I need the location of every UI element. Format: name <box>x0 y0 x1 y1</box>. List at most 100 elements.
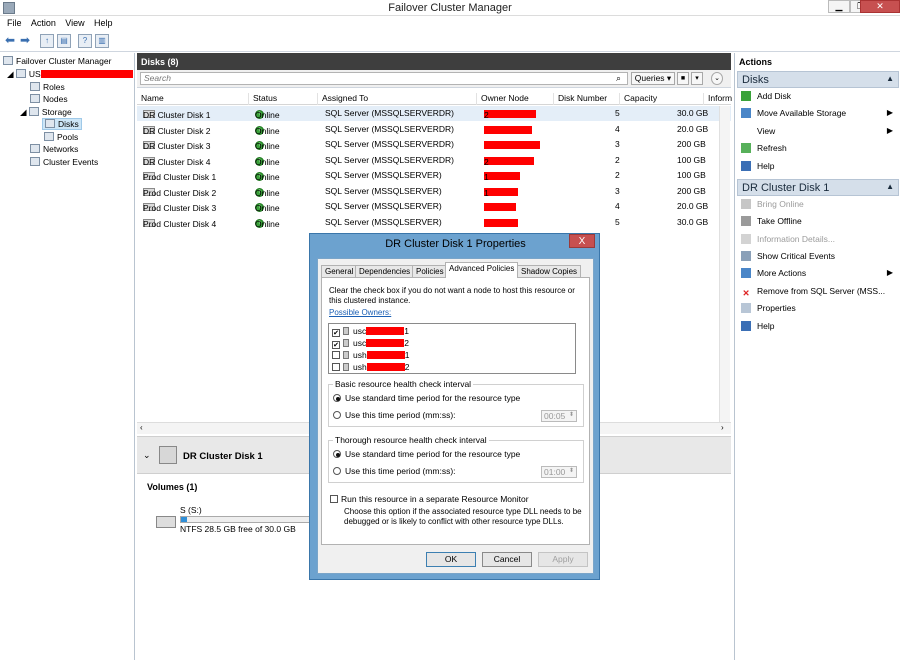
action-information-details[interactable]: Information Details... <box>741 234 899 244</box>
radio-empty-icon <box>333 411 341 419</box>
col-information[interactable]: Inform <box>703 93 732 105</box>
thorough-time-stepper[interactable]: 01:00 ⬍ <box>541 466 577 478</box>
tab-dependencies[interactable]: Dependencies <box>355 265 415 277</box>
col-capacity[interactable]: Capacity <box>619 93 657 105</box>
help-icon[interactable]: ? <box>78 34 92 48</box>
ok-button[interactable]: OK <box>426 552 476 567</box>
information-icon <box>741 234 751 244</box>
action-refresh[interactable]: Refresh <box>741 143 899 153</box>
scroll-right-icon[interactable]: › <box>721 423 724 432</box>
window-title: Failover Cluster Manager <box>388 2 512 14</box>
tab-advanced-policies[interactable]: Advanced Policies <box>445 262 519 278</box>
action-properties[interactable]: Properties <box>741 303 899 313</box>
tree-item-storage[interactable]: ◢ Storage <box>20 107 72 118</box>
separate-monitor-checkbox[interactable] <box>330 495 338 503</box>
action-more-actions[interactable]: More Actions ▶ <box>741 268 899 278</box>
action-add-disk[interactable]: Add Disk <box>741 91 899 101</box>
table-row[interactable]: DR Cluster Disk 3 ↑ Online SQL Server (MSSQ… <box>137 137 731 152</box>
radio-selected-icon <box>333 450 341 458</box>
owner-checkbox-1[interactable]: ✔ <box>332 329 340 337</box>
tree-item-cluster-events[interactable]: Cluster Events <box>30 157 98 167</box>
owner-checkbox-3[interactable] <box>332 351 340 359</box>
apply-button[interactable]: Apply <box>538 552 588 567</box>
separate-monitor-option[interactable]: Run this resource in a separate Resource… <box>330 494 529 504</box>
table-row[interactable]: Prod Cluster Disk 4 ↑ Online SQL Server (MS… <box>137 215 731 230</box>
thorough-standard-option[interactable]: Use standard time period for the resourc… <box>333 449 520 459</box>
col-name[interactable]: Name <box>137 93 164 105</box>
up-folder-icon[interactable]: ↑ <box>40 34 54 48</box>
action-help-disk[interactable]: Help <box>741 321 899 331</box>
collapse-icon[interactable]: ⌄ <box>711 72 723 85</box>
tree-item-disks[interactable]: Disks <box>42 118 82 130</box>
owner-row-3[interactable]: ush 1 <box>332 350 409 361</box>
action-bring-online[interactable]: Bring Online <box>741 199 899 209</box>
action-view[interactable]: View ▶ <box>741 126 899 136</box>
node-icon <box>343 339 349 347</box>
collapse-detail-icon[interactable]: ⌄ <box>143 450 151 461</box>
basic-custom-option[interactable]: Use this time period (mm:ss): <box>333 410 456 420</box>
actions-section-disks[interactable]: Disks ▲ <box>737 71 899 88</box>
table-row[interactable]: DR Cluster Disk 4 ↑ Online SQL Server (MSSQ… <box>137 153 731 168</box>
vertical-scrollbar[interactable] <box>719 106 730 422</box>
tree-cluster[interactable]: ◢ US <box>7 69 133 80</box>
action-take-offline[interactable]: Take Offline <box>741 216 899 226</box>
col-status[interactable]: Status <box>248 93 277 105</box>
properties-icon <box>741 303 751 313</box>
owner-checkbox-4[interactable] <box>332 363 340 371</box>
menu-file[interactable]: File <box>7 18 22 28</box>
scroll-left-icon[interactable]: ‹ <box>140 423 143 432</box>
owner-row-2[interactable]: ✔ usc 2 <box>332 338 409 349</box>
action-remove-from-sql[interactable]: ✕ Remove from SQL Server (MSS... <box>741 286 899 299</box>
tree-item-nodes[interactable]: Nodes <box>30 94 68 104</box>
basic-standard-option[interactable]: Use standard time period for the resourc… <box>333 393 520 403</box>
table-row[interactable]: DR Cluster Disk 2 ↑ Online SQL Server (MSSQ… <box>137 122 731 137</box>
search-icon[interactable]: ⌕ <box>616 73 621 84</box>
thorough-custom-option[interactable]: Use this time period (mm:ss): <box>333 466 456 476</box>
tree-item-pools[interactable]: Pools <box>44 132 78 142</box>
table-row[interactable]: Prod Cluster Disk 1 ↑ Online SQL Server (MS… <box>137 168 731 183</box>
console-tree-icon[interactable]: ▤ <box>57 34 71 48</box>
owner-checkbox-2[interactable]: ✔ <box>332 341 340 349</box>
cluster-events-icon <box>30 157 40 166</box>
disk-icon <box>159 446 177 464</box>
cancel-button[interactable]: Cancel <box>482 552 532 567</box>
search-input[interactable]: Search <box>140 72 628 85</box>
menu-view[interactable]: View <box>65 18 84 28</box>
assigned-to-cell: SQL Server (MSSQLSERVERDR) <box>325 139 454 149</box>
table-row[interactable]: DR Cluster Disk 1 ↑ Online SQL Server (MSSQ… <box>137 106 731 121</box>
node-icon <box>343 351 349 359</box>
actions-section-disk[interactable]: DR Cluster Disk 1 ▲ <box>737 179 899 196</box>
table-row[interactable]: Prod Cluster Disk 3 ↑ Online SQL Server (MS… <box>137 199 731 214</box>
action-move-available-storage[interactable]: Move Available Storage ▶ <box>741 108 899 118</box>
close-button[interactable]: ✕ <box>860 0 900 13</box>
col-assigned-to[interactable]: Assigned To <box>317 93 368 105</box>
assigned-to-cell: SQL Server (MSSQLSERVER) <box>325 170 442 180</box>
tab-general[interactable]: General <box>321 265 358 277</box>
col-owner-node[interactable]: Owner Node <box>476 93 529 105</box>
owner-row-4[interactable]: ush 2 <box>332 362 409 373</box>
tree-item-networks[interactable]: Networks <box>30 144 78 154</box>
action-help[interactable]: Help <box>741 161 899 171</box>
forward-arrow-icon[interactable]: ➡ <box>18 34 32 48</box>
dialog-close-button[interactable]: X <box>569 234 595 248</box>
menu-help[interactable]: Help <box>94 18 113 28</box>
back-arrow-icon[interactable]: ⬅ <box>3 34 17 48</box>
tab-shadow-copies[interactable]: Shadow Copies <box>517 265 582 277</box>
col-disk-number[interactable]: Disk Number <box>553 93 607 105</box>
action-pane-icon[interactable]: ▥ <box>95 34 109 48</box>
menu-action[interactable]: Action <box>31 18 56 28</box>
action-show-critical-events[interactable]: Show Critical Events <box>741 251 899 261</box>
owner-row-1[interactable]: ✔ usc 1 <box>332 326 409 337</box>
table-row[interactable]: Prod Cluster Disk 2 ↑ Online SQL Server (MS… <box>137 184 731 199</box>
basic-time-stepper[interactable]: 00:05 ⬍ <box>541 410 577 422</box>
tab-policies[interactable]: Policies <box>412 265 448 277</box>
queries-button[interactable]: Queries ▾ <box>631 72 675 85</box>
help-icon <box>741 321 751 331</box>
refresh-icon <box>741 143 751 153</box>
tree-root[interactable]: Failover Cluster Manager <box>3 56 111 66</box>
query-dropdown-icon[interactable]: ▾ <box>691 72 703 85</box>
redaction-bar <box>484 156 534 165</box>
minimize-button[interactable]: ▁ <box>828 0 850 13</box>
save-query-icon[interactable]: ■ <box>677 72 689 85</box>
tree-item-roles[interactable]: Roles <box>30 82 65 92</box>
